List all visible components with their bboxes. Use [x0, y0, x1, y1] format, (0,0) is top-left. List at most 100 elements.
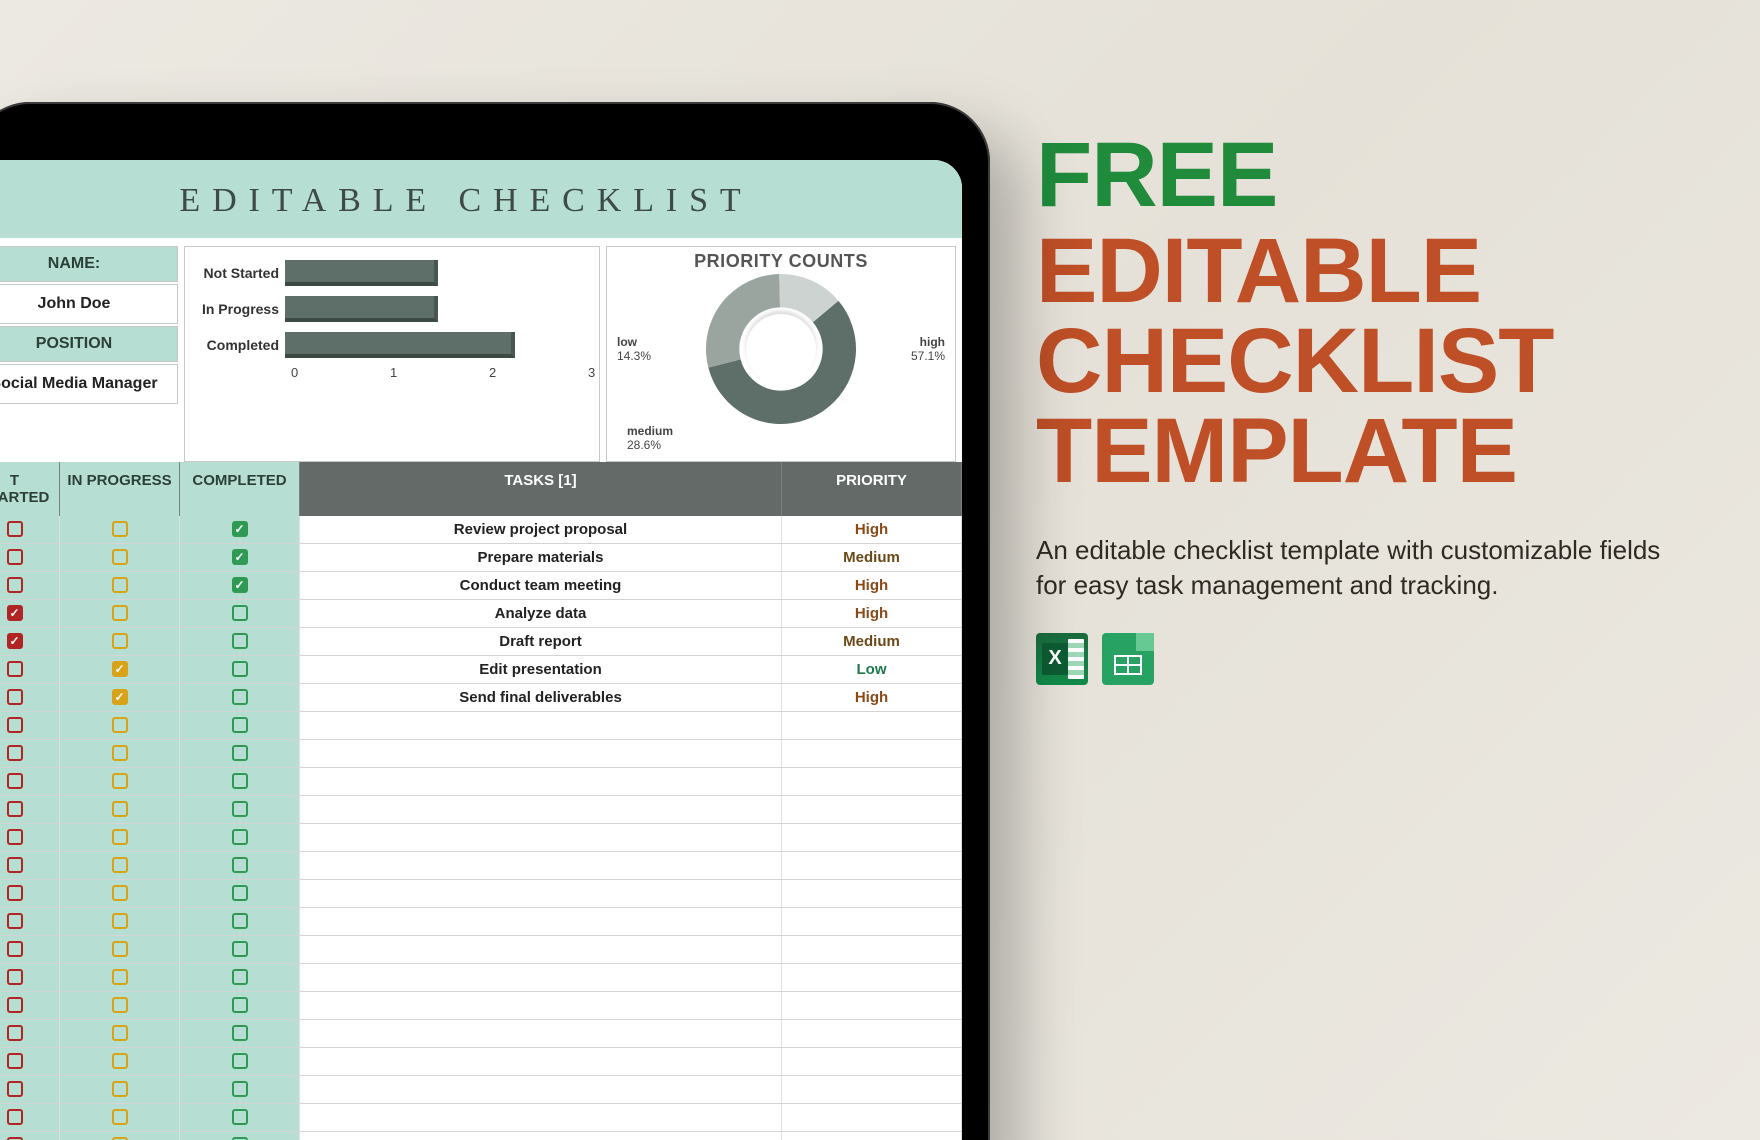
checkbox-grn[interactable] — [232, 969, 248, 985]
priority-cell[interactable] — [782, 964, 962, 991]
task-cell[interactable]: Analyze data — [300, 600, 782, 627]
checkbox-red[interactable] — [7, 605, 23, 621]
task-cell[interactable] — [300, 880, 782, 907]
checkbox-red[interactable] — [7, 913, 23, 929]
priority-cell[interactable]: High — [782, 684, 962, 711]
task-cell[interactable] — [300, 1048, 782, 1075]
checkbox-grn[interactable] — [232, 857, 248, 873]
checkbox-yel[interactable] — [112, 745, 128, 761]
checkbox-grn[interactable] — [232, 773, 248, 789]
checkbox-red[interactable] — [7, 969, 23, 985]
task-cell[interactable] — [300, 824, 782, 851]
priority-cell[interactable] — [782, 1104, 962, 1131]
checkbox-yel[interactable] — [112, 577, 128, 593]
task-cell[interactable] — [300, 768, 782, 795]
checkbox-grn[interactable] — [232, 1053, 248, 1069]
task-cell[interactable] — [300, 712, 782, 739]
priority-cell[interactable] — [782, 992, 962, 1019]
checkbox-grn[interactable] — [232, 661, 248, 677]
checkbox-yel[interactable] — [112, 1053, 128, 1069]
checkbox-yel[interactable] — [112, 1081, 128, 1097]
checkbox-grn[interactable] — [232, 801, 248, 817]
checkbox-grn[interactable] — [232, 941, 248, 957]
checkbox-yel[interactable] — [112, 1109, 128, 1125]
checkbox-grn[interactable] — [232, 1025, 248, 1041]
priority-cell[interactable] — [782, 824, 962, 851]
checkbox-grn[interactable] — [232, 549, 248, 565]
priority-cell[interactable] — [782, 1020, 962, 1047]
checkbox-yel[interactable] — [112, 1025, 128, 1041]
checkbox-red[interactable] — [7, 857, 23, 873]
priority-cell[interactable]: High — [782, 516, 962, 543]
task-cell[interactable] — [300, 992, 782, 1019]
task-cell[interactable] — [300, 1020, 782, 1047]
checkbox-grn[interactable] — [232, 633, 248, 649]
task-cell[interactable]: Conduct team meeting — [300, 572, 782, 599]
checkbox-yel[interactable] — [112, 521, 128, 537]
checkbox-grn[interactable] — [232, 885, 248, 901]
task-cell[interactable] — [300, 852, 782, 879]
checkbox-yel[interactable] — [112, 857, 128, 873]
priority-cell[interactable] — [782, 852, 962, 879]
checkbox-yel[interactable] — [112, 913, 128, 929]
checkbox-red[interactable] — [7, 773, 23, 789]
task-cell[interactable] — [300, 740, 782, 767]
priority-cell[interactable] — [782, 796, 962, 823]
checkbox-yel[interactable] — [112, 661, 128, 677]
name-value[interactable]: John Doe — [0, 284, 178, 324]
checkbox-red[interactable] — [7, 997, 23, 1013]
checkbox-grn[interactable] — [232, 605, 248, 621]
checkbox-red[interactable] — [7, 1025, 23, 1041]
priority-cell[interactable] — [782, 936, 962, 963]
priority-cell[interactable]: Low — [782, 656, 962, 683]
position-value[interactable]: Social Media Manager — [0, 364, 178, 404]
priority-cell[interactable]: Medium — [782, 544, 962, 571]
checkbox-yel[interactable] — [112, 969, 128, 985]
checkbox-red[interactable] — [7, 633, 23, 649]
checkbox-yel[interactable] — [112, 773, 128, 789]
checkbox-yel[interactable] — [112, 941, 128, 957]
checkbox-red[interactable] — [7, 885, 23, 901]
checkbox-red[interactable] — [7, 689, 23, 705]
priority-cell[interactable] — [782, 880, 962, 907]
priority-cell[interactable]: Medium — [782, 628, 962, 655]
checkbox-grn[interactable] — [232, 829, 248, 845]
checkbox-red[interactable] — [7, 577, 23, 593]
task-cell[interactable]: Edit presentation — [300, 656, 782, 683]
priority-cell[interactable] — [782, 1048, 962, 1075]
checkbox-red[interactable] — [7, 801, 23, 817]
checkbox-red[interactable] — [7, 1053, 23, 1069]
checkbox-red[interactable] — [7, 1081, 23, 1097]
checkbox-yel[interactable] — [112, 829, 128, 845]
checkbox-yel[interactable] — [112, 717, 128, 733]
task-cell[interactable] — [300, 936, 782, 963]
checkbox-yel[interactable] — [112, 633, 128, 649]
checkbox-grn[interactable] — [232, 577, 248, 593]
task-cell[interactable] — [300, 964, 782, 991]
checkbox-grn[interactable] — [232, 1081, 248, 1097]
priority-cell[interactable]: High — [782, 572, 962, 599]
checkbox-grn[interactable] — [232, 717, 248, 733]
task-cell[interactable]: Prepare materials — [300, 544, 782, 571]
checkbox-grn[interactable] — [232, 997, 248, 1013]
checkbox-grn[interactable] — [232, 521, 248, 537]
task-cell[interactable] — [300, 1132, 782, 1140]
checkbox-yel[interactable] — [112, 801, 128, 817]
checkbox-red[interactable] — [7, 941, 23, 957]
checkbox-red[interactable] — [7, 661, 23, 677]
priority-cell[interactable] — [782, 768, 962, 795]
checkbox-red[interactable] — [7, 521, 23, 537]
checkbox-red[interactable] — [7, 1109, 23, 1125]
task-cell[interactable] — [300, 796, 782, 823]
checkbox-yel[interactable] — [112, 605, 128, 621]
checkbox-grn[interactable] — [232, 689, 248, 705]
checkbox-red[interactable] — [7, 549, 23, 565]
checkbox-yel[interactable] — [112, 997, 128, 1013]
checkbox-red[interactable] — [7, 717, 23, 733]
checkbox-grn[interactable] — [232, 913, 248, 929]
checkbox-yel[interactable] — [112, 549, 128, 565]
priority-cell[interactable] — [782, 712, 962, 739]
task-cell[interactable] — [300, 1104, 782, 1131]
task-cell[interactable] — [300, 908, 782, 935]
checkbox-red[interactable] — [7, 829, 23, 845]
